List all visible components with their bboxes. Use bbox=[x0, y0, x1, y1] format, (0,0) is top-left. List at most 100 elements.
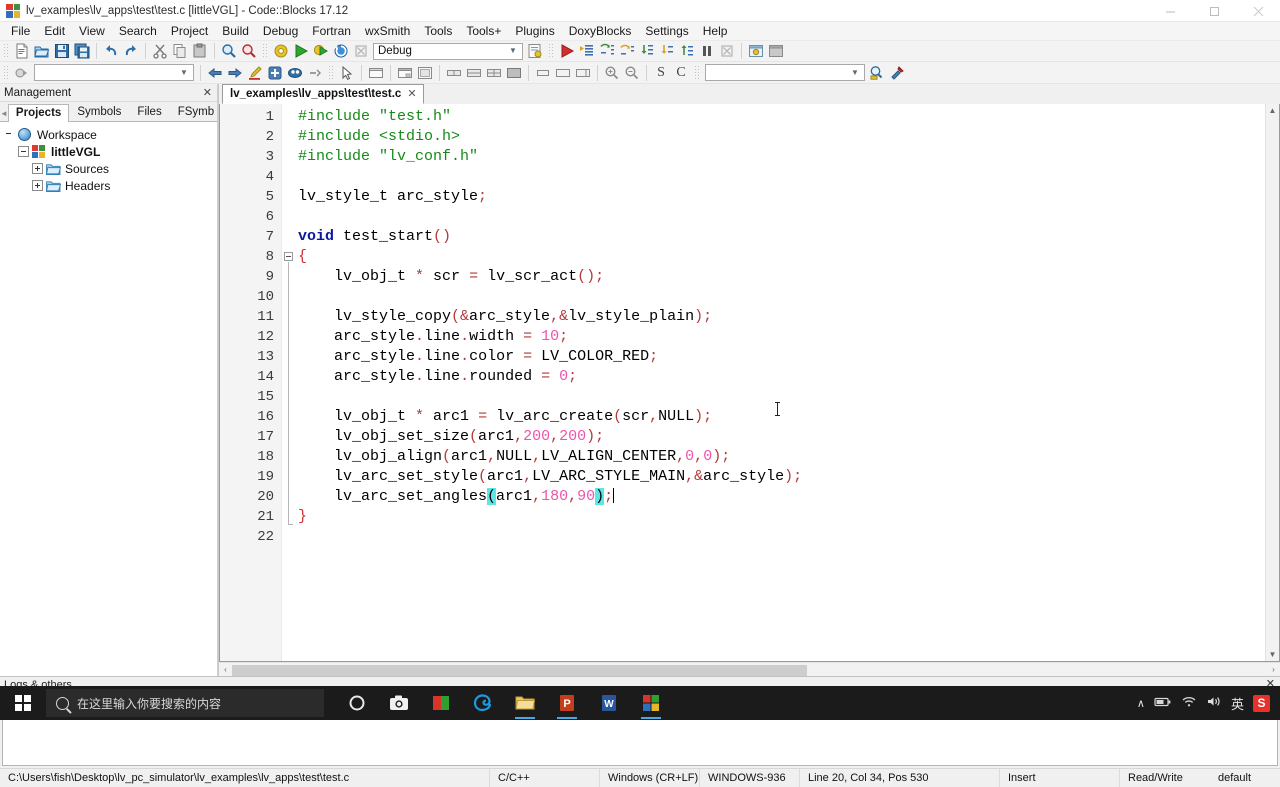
task-view-icon[interactable] bbox=[422, 686, 460, 720]
nav-forward-icon[interactable] bbox=[225, 63, 245, 82]
select-target-icon[interactable] bbox=[525, 42, 545, 61]
search-declaration-input[interactable]: ▼ bbox=[705, 64, 865, 81]
step-into-instruction-icon[interactable] bbox=[657, 42, 677, 61]
tree-item-littlevgl[interactable]: littleVGL bbox=[4, 143, 217, 160]
undo-icon[interactable] bbox=[101, 42, 121, 61]
start-button[interactable] bbox=[0, 686, 46, 720]
abort-icon[interactable] bbox=[351, 42, 371, 61]
menu-help[interactable]: Help bbox=[696, 22, 735, 40]
menu-project[interactable]: Project bbox=[164, 22, 215, 40]
replace-icon[interactable] bbox=[239, 42, 259, 61]
code-line[interactable]: } bbox=[296, 507, 1279, 527]
code-line[interactable]: lv_obj_t * arc1 = lv_arc_create(scr,NULL… bbox=[296, 407, 1279, 427]
save-icon[interactable] bbox=[52, 42, 72, 61]
panel-icon[interactable] bbox=[415, 63, 435, 82]
code-line[interactable]: #include "test.h" bbox=[296, 107, 1279, 127]
code-line[interactable]: #include <stdio.h> bbox=[296, 127, 1279, 147]
code-line[interactable]: lv_style_copy(&arc_style,&lv_style_plain… bbox=[296, 307, 1279, 327]
rebuild-icon[interactable] bbox=[331, 42, 351, 61]
minimize-button[interactable] bbox=[1148, 0, 1192, 22]
code-line[interactable]: lv_obj_set_size(arc1,200,200); bbox=[296, 427, 1279, 447]
menu-build[interactable]: Build bbox=[215, 22, 256, 40]
box-6-icon[interactable] bbox=[553, 63, 573, 82]
extract-docs-icon[interactable] bbox=[305, 63, 325, 82]
tab-scroll-left-icon[interactable]: ◄ bbox=[0, 109, 8, 121]
code-editor[interactable]: 1 2 3 4 5 6 7 8 9 10 11 12 13 14 15 16 17 18 19 20 21 22 #inc… bbox=[219, 104, 1280, 662]
editor-horizontal-scrollbar[interactable]: ‹ › bbox=[219, 662, 1280, 676]
code-toolbar-grip[interactable] bbox=[3, 64, 9, 81]
code-line[interactable] bbox=[296, 387, 1279, 407]
close-icon[interactable]: ✕ bbox=[203, 86, 212, 99]
box-2-icon[interactable] bbox=[464, 63, 484, 82]
close-button[interactable] bbox=[1236, 0, 1280, 22]
hscroll-thumb[interactable] bbox=[232, 664, 807, 676]
run-to-cursor-icon[interactable] bbox=[577, 42, 597, 61]
file-explorer-icon[interactable] bbox=[506, 686, 544, 720]
menu-edit[interactable]: Edit bbox=[37, 22, 72, 40]
tree-item-headers[interactable]: Headers bbox=[4, 177, 217, 194]
tree-expander-icon[interactable] bbox=[32, 163, 43, 174]
debugging-windows-icon[interactable] bbox=[746, 42, 766, 61]
step-out-icon[interactable] bbox=[677, 42, 697, 61]
build-toolbar-grip[interactable] bbox=[262, 43, 268, 59]
fortran-c-icon[interactable]: C bbox=[671, 63, 691, 82]
logs-content[interactable] bbox=[2, 712, 1278, 766]
code-line[interactable]: lv_style_t arc_style; bbox=[296, 187, 1279, 207]
fold-collapse-icon[interactable] bbox=[284, 252, 293, 261]
source-code[interactable]: #include "test.h" #include <stdio.h> #incl… bbox=[296, 104, 1279, 661]
paste-icon[interactable] bbox=[190, 42, 210, 61]
code-line[interactable]: { bbox=[296, 247, 1279, 267]
build-and-run-icon[interactable] bbox=[311, 42, 331, 61]
build-icon[interactable] bbox=[271, 42, 291, 61]
code-line[interactable] bbox=[296, 527, 1279, 547]
wxsmith-toolbar-grip[interactable] bbox=[328, 64, 334, 81]
fortran-s-icon[interactable]: S bbox=[651, 63, 671, 82]
menu-file[interactable]: File bbox=[4, 22, 37, 40]
toolbar-grip[interactable] bbox=[3, 43, 9, 59]
dialog-icon[interactable] bbox=[395, 63, 415, 82]
menu-view[interactable]: View bbox=[72, 22, 112, 40]
zoom-in-icon[interactable] bbox=[602, 63, 622, 82]
add-icon[interactable] bbox=[265, 63, 285, 82]
code-line[interactable] bbox=[296, 207, 1279, 227]
break-debugger-icon[interactable] bbox=[697, 42, 717, 61]
editor-vertical-scrollbar[interactable]: ▲ ▼ bbox=[1265, 104, 1279, 661]
search-toolbar-grip[interactable] bbox=[694, 64, 700, 81]
code-line[interactable]: lv_arc_set_style(arc1,LV_ARC_STYLE_MAIN,… bbox=[296, 467, 1279, 487]
scope-select[interactable]: ▼ bbox=[34, 64, 194, 81]
menu-plugins[interactable]: Plugins bbox=[508, 22, 561, 40]
scroll-left-icon[interactable]: ‹ bbox=[219, 665, 232, 674]
code-line[interactable]: lv_obj_t * scr = lv_scr_act(); bbox=[296, 267, 1279, 287]
open-file-icon[interactable] bbox=[32, 42, 52, 61]
code-line[interactable]: arc_style.line.width = 10; bbox=[296, 327, 1279, 347]
cortana-icon[interactable] bbox=[338, 686, 376, 720]
stop-debugger-icon[interactable] bbox=[717, 42, 737, 61]
debug-continue-icon[interactable] bbox=[557, 42, 577, 61]
code-line[interactable]: #include "lv_conf.h" bbox=[296, 147, 1279, 167]
find-icon[interactable] bbox=[219, 42, 239, 61]
tab-projects[interactable]: Projects bbox=[7, 104, 70, 122]
code-line[interactable] bbox=[296, 287, 1279, 307]
menu-debug[interactable]: Debug bbox=[256, 22, 305, 40]
tree-expander-icon[interactable] bbox=[18, 146, 29, 157]
menu-fortran[interactable]: Fortran bbox=[305, 22, 358, 40]
scroll-right-icon[interactable]: › bbox=[1267, 665, 1280, 674]
tab-symbols[interactable]: Symbols bbox=[69, 103, 129, 121]
box-1-icon[interactable] bbox=[444, 63, 464, 82]
powerpoint-icon[interactable]: P bbox=[548, 686, 586, 720]
sogou-input-icon[interactable]: S bbox=[1253, 694, 1270, 712]
highlight-icon[interactable] bbox=[245, 63, 265, 82]
box-3-icon[interactable] bbox=[484, 63, 504, 82]
search-declaration-icon[interactable] bbox=[867, 63, 887, 82]
code-line[interactable]: arc_style.line.rounded = 0; bbox=[296, 367, 1279, 387]
screen-capture-icon[interactable] bbox=[380, 686, 418, 720]
tab-files[interactable]: Files bbox=[129, 103, 169, 121]
step-into-icon[interactable] bbox=[637, 42, 657, 61]
menu-wxsmith[interactable]: wxSmith bbox=[358, 22, 417, 40]
new-file-icon[interactable] bbox=[12, 42, 32, 61]
hscroll-track[interactable] bbox=[232, 664, 1267, 676]
run-icon[interactable] bbox=[291, 42, 311, 61]
tree-item-workspace[interactable]: Workspace bbox=[4, 126, 217, 143]
box-7-icon[interactable] bbox=[573, 63, 593, 82]
menu-tools[interactable]: Tools bbox=[417, 22, 459, 40]
